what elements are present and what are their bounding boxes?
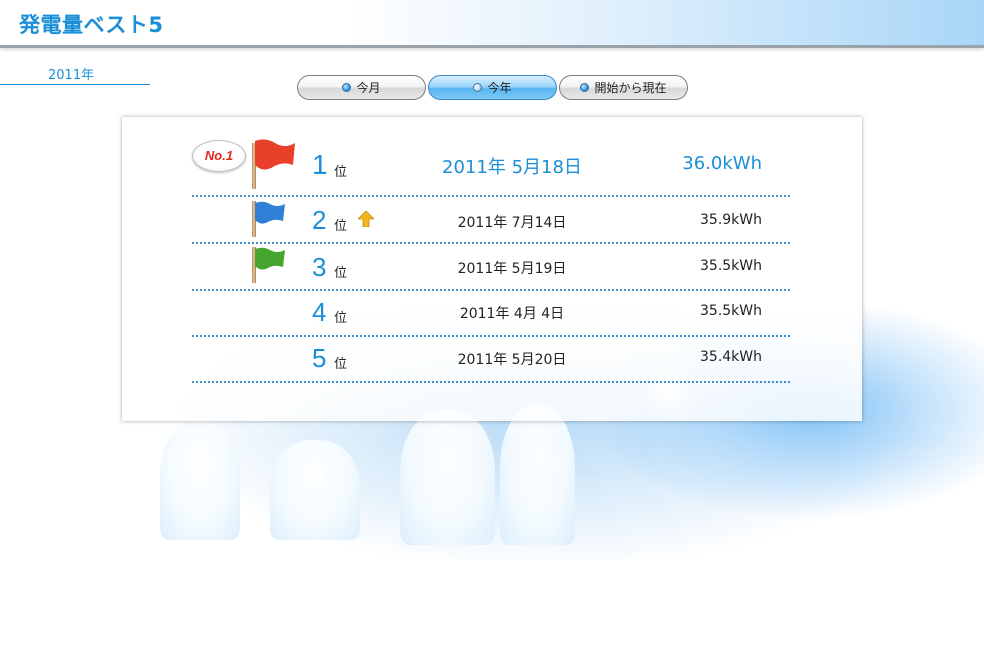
- tab-label: 今年: [487, 81, 512, 95]
- ranking-date: 2011年 5月19日: [457, 261, 567, 277]
- rank-suffix: 位: [334, 311, 348, 326]
- rank-number: 2: [312, 205, 327, 235]
- rank-number: 1: [312, 149, 328, 180]
- rank-number: 3: [312, 252, 327, 282]
- rank-suffix: 位: [334, 219, 348, 234]
- bullet-icon: [342, 83, 352, 92]
- ranking-date: 2011年 4月 4日: [459, 306, 565, 322]
- ranking-date: 2011年 7月14日: [457, 215, 567, 231]
- ranking-row: 3 位 2011年 5月19日 35.5kWh: [192, 244, 790, 291]
- rank-suffix: 位: [334, 357, 348, 372]
- ranking-panel: No.1 1 位 2011年 5月18日 36.0kWh 2 位 2011年 7…: [122, 117, 862, 421]
- tab-this-year[interactable]: 今年: [428, 75, 557, 100]
- rank-suffix: 位: [334, 165, 348, 180]
- page-header: 発電量ベスト5: [0, 0, 984, 48]
- ranking-row: 1 位 2011年 5月18日 36.0kWh: [192, 135, 790, 197]
- tab-this-month[interactable]: 今月: [297, 75, 426, 100]
- rank-number: 4: [312, 297, 327, 327]
- tab-since-start[interactable]: 開始から現在: [559, 75, 688, 100]
- ranking-energy: 35.5kWh: [700, 303, 762, 319]
- ranking-energy: 36.0kWh: [682, 153, 762, 174]
- tree-illustration: [500, 405, 575, 545]
- ranking-row: 2 位 2011年 7月14日 35.9kWh: [192, 197, 790, 244]
- bullet-icon: [473, 83, 483, 92]
- ranking-date: 2011年 5月18日: [442, 157, 582, 178]
- rank-suffix: 位: [334, 266, 348, 281]
- ranking-date: 2011年 5月20日: [457, 352, 567, 368]
- rank-number: 5: [312, 343, 327, 373]
- page-title: 発電量ベスト5: [19, 13, 164, 37]
- ranking-energy: 35.5kWh: [700, 258, 762, 274]
- tree-illustration: [270, 440, 360, 540]
- ranking-energy: 35.9kWh: [700, 212, 762, 228]
- ranking-row: 4 位 2011年 4月 4日 35.5kWh: [192, 291, 790, 337]
- ranking-row: 5 位 2011年 5月20日 35.4kWh: [192, 337, 790, 383]
- up-arrow-icon: [358, 211, 374, 227]
- tree-illustration: [400, 410, 495, 545]
- tab-label: 開始から現在: [594, 81, 667, 95]
- tree-illustration: [160, 420, 240, 540]
- ranking-energy: 35.4kWh: [700, 349, 762, 365]
- bullet-icon: [580, 83, 590, 92]
- period-label: 2011年: [48, 68, 95, 83]
- period-underline: [0, 84, 150, 85]
- tab-label: 今月: [356, 81, 381, 95]
